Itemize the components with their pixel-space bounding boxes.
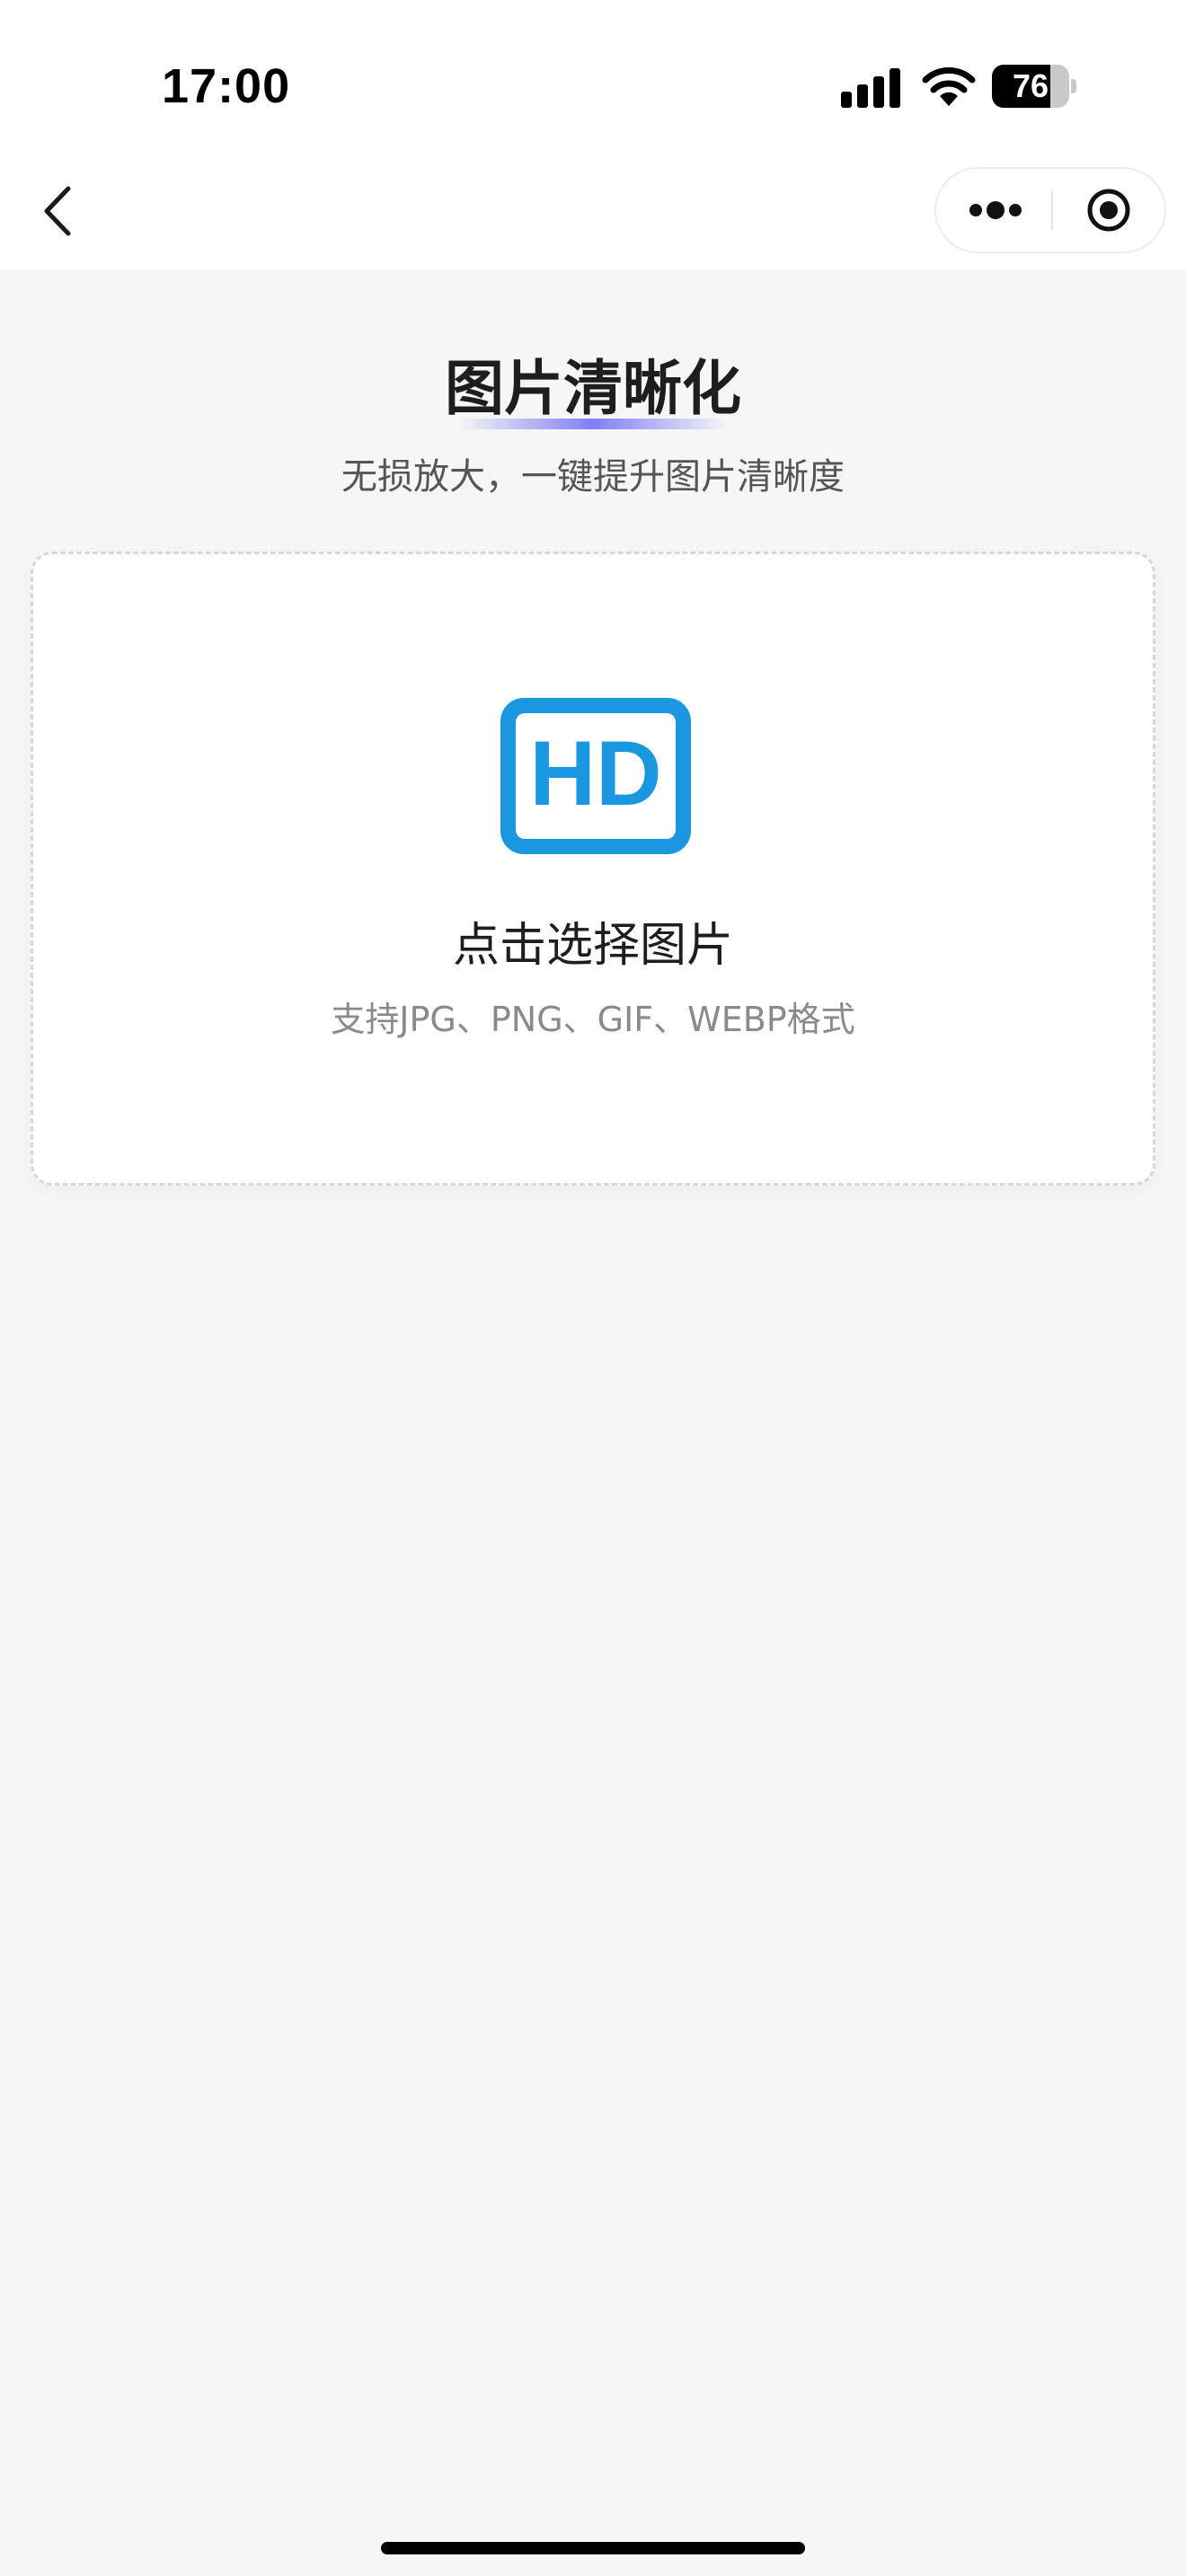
supported-formats-hint: 支持JPG、PNG、GIF、WEBP格式 bbox=[331, 1000, 855, 1039]
mini-program-capsule bbox=[934, 167, 1166, 253]
target-close-icon[interactable] bbox=[1086, 188, 1131, 233]
cellular-signal-icon bbox=[841, 68, 900, 108]
battery-body: 76 bbox=[992, 65, 1069, 108]
capsule-divider bbox=[1051, 190, 1053, 230]
page-title: 图片清晰化 bbox=[445, 354, 741, 423]
home-indicator[interactable] bbox=[381, 2542, 805, 2554]
hd-icon: HD bbox=[500, 698, 691, 854]
image-upload-area[interactable]: HD 点击选择图片 支持JPG、PNG、GIF、WEBP格式 bbox=[31, 551, 1155, 1186]
hd-icon-text: HD bbox=[529, 722, 661, 825]
more-dots-icon[interactable] bbox=[967, 169, 1024, 251]
wifi-icon bbox=[922, 66, 976, 106]
battery-indicator: 76 bbox=[992, 65, 1076, 108]
top-bar: 17:00 76 bbox=[0, 0, 1186, 269]
chevron-left-icon[interactable] bbox=[40, 183, 75, 239]
page-subtitle: 无损放大，一键提升图片清晰度 bbox=[341, 456, 845, 498]
battery-level: 76 bbox=[1012, 67, 1049, 104]
battery-cap bbox=[1071, 79, 1076, 93]
status-time: 17:00 bbox=[162, 59, 291, 113]
select-image-label: 点击选择图片 bbox=[452, 919, 733, 973]
